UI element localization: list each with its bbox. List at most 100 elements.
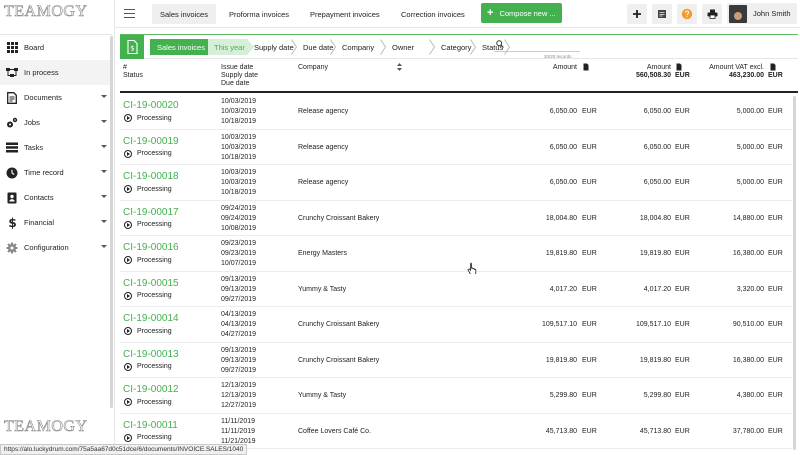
status-badge: Processing (124, 149, 172, 158)
amount-total-currency: EUR (675, 356, 690, 364)
sidebar-item-board[interactable]: Board (0, 35, 112, 60)
print-button[interactable] (702, 4, 722, 24)
invoice-number-link[interactable]: CI-19-00020 (123, 100, 179, 111)
table-row[interactable]: CI-19-00019 Processing 10/03/2019 10/03/201… (120, 130, 792, 165)
chevron-down-icon (101, 195, 107, 198)
supply-date: 11/11/2019 (221, 427, 255, 435)
records-count: 20/20 records (544, 54, 572, 59)
header-amount-total[interactable]: Amount (610, 64, 671, 72)
header-due-date[interactable]: Due date (221, 80, 249, 88)
table-scrollbar[interactable] (793, 96, 796, 450)
sidebar-item-financial[interactable]: $ Financial (0, 210, 112, 235)
filter-period[interactable]: This year (208, 39, 248, 55)
dollar-icon: $ (6, 216, 18, 229)
header-company[interactable]: Company (298, 64, 328, 72)
sidebar-item-tasks[interactable]: Tasks (0, 135, 112, 160)
issue-date: 11/11/2019 (221, 417, 255, 425)
invoice-number-link[interactable]: CI-19-00013 (123, 349, 179, 360)
invoice-number-link[interactable]: CI-19-00017 (123, 207, 179, 218)
sort-icon[interactable] (397, 63, 402, 71)
export-icon[interactable] (676, 63, 682, 71)
invoice-number-link[interactable]: CI-19-00019 (123, 136, 179, 147)
filter-status[interactable]: Status (482, 39, 503, 55)
compose-new-button[interactable]: + Compose new ... (481, 3, 562, 23)
table-row[interactable]: CI-19-00020 Processing 10/03/2019 10/03/201… (120, 94, 792, 130)
header-status[interactable]: Status (123, 72, 143, 80)
company-name: Crunchy Croissant Bakery (298, 321, 380, 328)
gear-icon (6, 242, 18, 254)
header-number[interactable]: # (123, 64, 127, 72)
supply-date: 10/03/2019 (221, 143, 257, 151)
breadcrumb-separator-icon (291, 39, 297, 55)
due-date: 10/07/2019 (221, 260, 257, 267)
tab-prepayment-invoices[interactable]: Prepayment invoices (302, 4, 388, 24)
tab-proforma-invoices[interactable]: Proforma invoices (221, 4, 297, 24)
issue-date: 10/03/2019 (221, 98, 257, 105)
header-amount[interactable]: Amount (520, 64, 577, 72)
svg-text:$: $ (130, 45, 134, 53)
export-icon[interactable] (583, 63, 589, 71)
header-amount-vat-excl[interactable]: Amount VAT excl. (690, 64, 764, 72)
header-issue-date[interactable]: Issue date (221, 64, 253, 72)
invoice-number-link[interactable]: CI-19-00018 (123, 171, 179, 182)
amount-total: 6,050.00 (643, 179, 671, 186)
row-dates: 11/11/2019 11/11/2019 11/21/2019 (221, 417, 256, 447)
sidebar-item-in-process[interactable]: In process (0, 60, 112, 85)
invoice-number-link[interactable]: CI-19-00012 (123, 384, 179, 395)
invoice-number-link[interactable]: CI-19-00014 (123, 313, 179, 324)
sidebar-item-jobs[interactable]: Jobs (0, 110, 112, 135)
sidebar-item-label: Board (24, 43, 45, 52)
sidebar-item-contacts[interactable]: Contacts (0, 185, 112, 210)
export-icon[interactable] (770, 63, 776, 71)
company-name: Yummy & Tasty (298, 285, 347, 293)
tab-sales-invoices[interactable]: Sales invoices (152, 4, 216, 24)
amount-total-currency: EUR (675, 321, 690, 328)
invoice-number-link[interactable]: CI-19-00011 (123, 420, 178, 431)
breadcrumb-separator-icon (330, 39, 336, 55)
filter-supply-date[interactable]: Supply date (254, 39, 294, 55)
menu-icon[interactable] (124, 9, 135, 18)
play-circle-icon (124, 362, 132, 371)
amount: 19,819.80 (545, 356, 577, 364)
logo-bottom-text: TEAMOGY (4, 418, 88, 436)
issue-date: 10/03/2019 (221, 133, 257, 141)
amount-vat-excl-currency: EUR (768, 285, 783, 293)
table-row[interactable]: CI-19-00016 Processing 09/23/2019 09/23/201… (120, 236, 792, 272)
table-row[interactable]: CI-19-00014 Processing 04/13/2019 04/13/201… (120, 307, 792, 343)
table-row[interactable]: CI-19-00012 Processing 12/13/2019 12/13/201… (120, 378, 792, 414)
filter-category[interactable]: Category (441, 39, 471, 55)
sidebar-item-label: Financial (24, 218, 55, 227)
sidebar-item-configuration[interactable]: Configuration (0, 235, 112, 260)
filter-due-date[interactable]: Due date (303, 39, 333, 55)
filter-sales-invoices[interactable]: Sales invoices (150, 39, 208, 55)
due-date: 12/27/2019 (221, 402, 257, 409)
table-row[interactable]: CI-19-00015 Processing 09/13/2019 09/13/201… (120, 272, 792, 307)
invoice-number-link[interactable]: CI-19-00016 (123, 242, 179, 253)
logo[interactable]: TEAMOGY (4, 3, 88, 27)
sidebar-item-label: In process (24, 68, 59, 77)
sidebar-item-documents[interactable]: Documents (0, 85, 112, 110)
tab-correction-invoices[interactable]: Correction invoices (393, 4, 473, 24)
sidebar-scrollbar[interactable] (110, 36, 113, 408)
chevron-down-icon (101, 120, 107, 123)
amount-vat-excl: 4,380.00 (736, 392, 764, 399)
help-button[interactable] (677, 4, 697, 24)
amount-total: 45,713.80 (639, 427, 671, 435)
invoice-number-link[interactable]: CI-19-00015 (123, 278, 179, 289)
chevron-down-icon (101, 95, 107, 98)
user-menu[interactable]: John Smith (727, 3, 797, 24)
issue-date: 09/24/2019 (221, 204, 257, 212)
notes-button[interactable] (652, 4, 672, 24)
chevron-down-icon (101, 170, 107, 173)
table-row[interactable]: CI-19-00017 Processing 09/24/2019 09/24/201… (120, 201, 792, 236)
table-row[interactable]: CI-19-00018 Processing 10/03/2019 10/03/201… (120, 165, 792, 201)
sidebar-item-time-record[interactable]: Time record (0, 160, 112, 185)
add-button[interactable] (627, 4, 647, 24)
amount-vat-excl-currency: EUR (768, 179, 783, 186)
filter-owner[interactable]: Owner (392, 39, 414, 55)
contacts-icon (6, 192, 18, 204)
table-row[interactable]: CI-19-00013 Processing 09/13/2019 09/13/201… (120, 343, 792, 378)
status-badge: Processing (124, 220, 172, 229)
filter-company[interactable]: Company (342, 39, 374, 55)
header-supply-date[interactable]: Supply date (221, 72, 258, 80)
